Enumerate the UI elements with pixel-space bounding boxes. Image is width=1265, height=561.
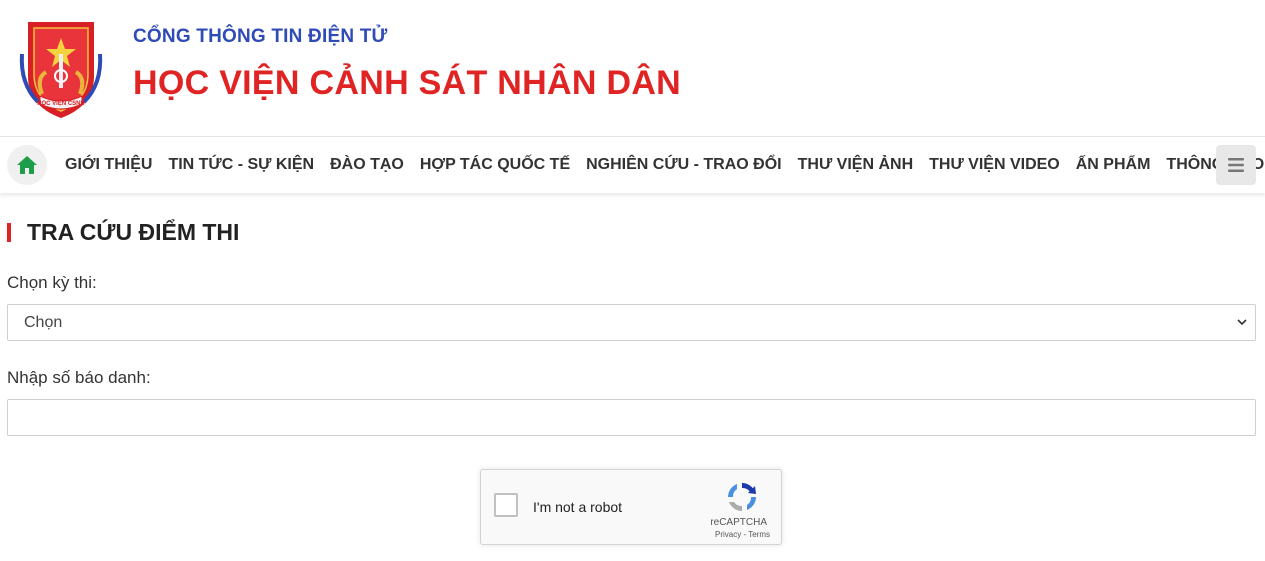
nav-item-gioi-thieu[interactable]: GIỚI THIỆU (57, 156, 160, 174)
home-button[interactable] (7, 145, 47, 185)
recaptcha-icon (728, 483, 756, 511)
recaptcha-links: Privacy - Terms (715, 530, 770, 539)
chevron-down-icon (1237, 319, 1247, 326)
exam-select-label: Chọn kỳ thi: (7, 273, 97, 292)
nav-item-an-pham[interactable]: ẤN PHẨM (1068, 156, 1159, 174)
nav-item-thu-vien-video[interactable]: THƯ VIỆN VIDEO (921, 156, 1068, 174)
portal-title: CỔNG THÔNG TIN ĐIỆN TỬ (133, 26, 388, 47)
recaptcha-label: I'm not a robot (533, 499, 623, 515)
candidate-number-input[interactable] (7, 399, 1256, 436)
logo-text: HỌC VIỆN CSND (37, 99, 85, 107)
police-academy-emblem-logo[interactable]: HỌC VIỆN CSND (16, 14, 106, 120)
nav-item-thu-vien-anh[interactable]: THƯ VIỆN ẢNH (790, 156, 922, 174)
site-header: HỌC VIỆN CSND CỔNG THÔNG TIN ĐIỆN TỬ HỌC… (0, 0, 1265, 137)
hamburger-icon (1228, 158, 1244, 172)
recaptcha-privacy-link[interactable]: Privacy (715, 530, 741, 539)
recaptcha-widget: I'm not a robot reCAPTCHA Privacy - Term… (480, 469, 782, 545)
site-title[interactable]: HỌC VIỆN CẢNH SÁT NHÂN DÂN (133, 64, 681, 103)
nav-items: GIỚI THIỆU TIN TỨC - SỰ KIỆN ĐÀO TẠO HỢP… (57, 137, 1265, 193)
nav-item-nghien-cuu-trao-doi[interactable]: NGHIÊN CỨU - TRAO ĐỔI (578, 156, 790, 174)
main-navigation: GIỚI THIỆU TIN TỨC - SỰ KIỆN ĐÀO TẠO HỢP… (0, 137, 1265, 193)
nav-item-hop-tac-quoc-te[interactable]: HỢP TÁC QUỐC TẾ (412, 156, 578, 174)
home-icon (17, 156, 37, 174)
menu-toggle-button[interactable] (1216, 145, 1256, 185)
recaptcha-terms-link[interactable]: Terms (748, 530, 770, 539)
candidate-number-label: Nhập số báo danh: (7, 368, 151, 387)
nav-item-dao-tao[interactable]: ĐÀO TẠO (322, 156, 412, 174)
exam-select-value: Chọn (24, 313, 63, 331)
page-title: TRA CỨU ĐIỂM THI (27, 218, 240, 245)
exam-select[interactable]: Chọn (7, 304, 1256, 341)
section-heading: TRA CỨU ĐIỂM THI (7, 219, 239, 245)
nav-item-tin-tuc-su-kien[interactable]: TIN TỨC - SỰ KIỆN (160, 156, 322, 174)
recaptcha-brand: reCAPTCHA (710, 517, 767, 528)
heading-accent-bar (7, 222, 11, 242)
recaptcha-checkbox[interactable] (494, 493, 518, 517)
